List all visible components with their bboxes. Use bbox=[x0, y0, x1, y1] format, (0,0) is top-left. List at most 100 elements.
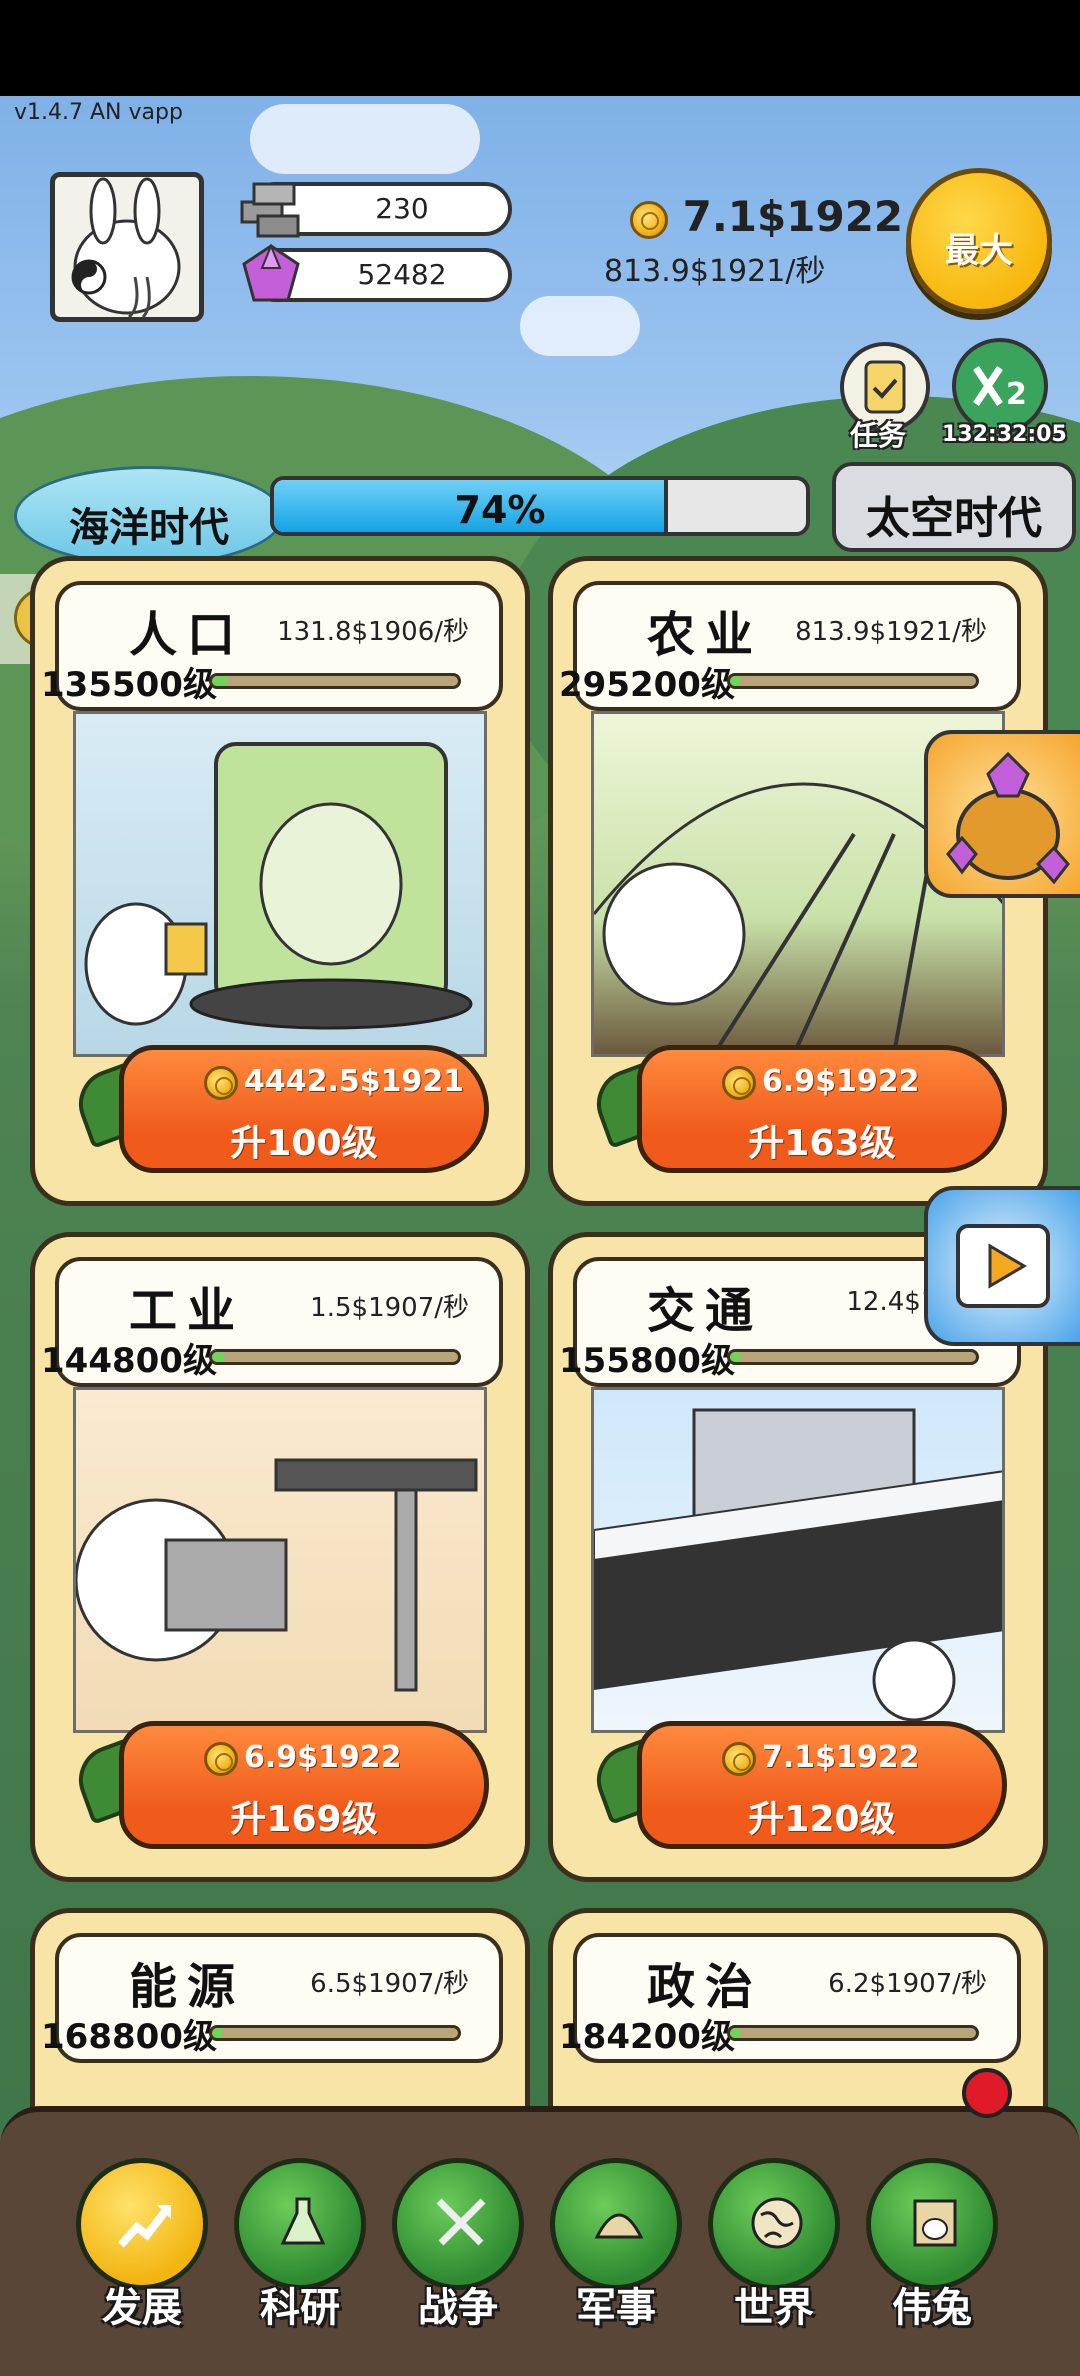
card-level-bar bbox=[727, 673, 979, 689]
upgrade-button[interactable]: 6.9$1922 升169级 bbox=[69, 1715, 499, 1855]
upgrade-levels: 升163级 bbox=[748, 1123, 896, 1164]
play-video-icon bbox=[956, 1224, 1050, 1308]
rabbit-portrait-icon bbox=[71, 177, 181, 317]
double-timer: 132:32:05 bbox=[942, 422, 1067, 447]
gem-counter: 52482 bbox=[242, 243, 512, 302]
task-label: 任务 bbox=[850, 419, 907, 452]
max-button[interactable]: 最大 bbox=[906, 168, 1052, 314]
card-title: 能源 bbox=[129, 1959, 246, 2015]
card-rate: 131.8$1906/秒 bbox=[277, 617, 469, 647]
carrot-body: 6.9$1922 升169级 bbox=[119, 1721, 489, 1849]
card-level-bar bbox=[209, 2025, 461, 2041]
nav-great-rabbit[interactable]: 伟兔 bbox=[866, 2158, 998, 2331]
card-illustration bbox=[73, 1387, 487, 1733]
nav-great-rabbit-label: 伟兔 bbox=[892, 2285, 972, 2331]
upgrade-cost-value: 6.9$1922 bbox=[762, 1064, 920, 1099]
card-header: 能源 6.5$1907/秒 168800级 bbox=[41, 1933, 503, 2063]
next-era-label: 太空时代 bbox=[866, 493, 1042, 544]
cloud bbox=[250, 104, 480, 174]
game-screen: v1.4.7 AN vapp 230 52482 7.1$1922 813.9$… bbox=[0, 96, 1080, 2376]
upgrade-cost: 6.9$1922 bbox=[722, 1064, 920, 1100]
upgrade-cost: 6.9$1922 bbox=[204, 1740, 402, 1776]
max-button-label: 最大 bbox=[945, 231, 1013, 271]
nav-military[interactable]: 军事 bbox=[550, 2158, 682, 2331]
nav-develop[interactable]: 发展 bbox=[76, 2158, 208, 2331]
card-level: 184200级 bbox=[559, 2017, 735, 2057]
notification-dot bbox=[962, 2068, 1012, 2118]
coin-icon bbox=[204, 1741, 238, 1776]
card-industry[interactable]: 工业 1.5$1907/秒 144800级 6.9$1922 升169级 bbox=[30, 1232, 530, 1882]
train-station-illustration bbox=[594, 1408, 1002, 1722]
nav-develop-label: 发展 bbox=[102, 2285, 182, 2331]
card-rate: 1.5$1907/秒 bbox=[310, 1293, 469, 1323]
card-level: 295200级 bbox=[559, 665, 735, 705]
helmet-icon bbox=[594, 2213, 644, 2239]
card-level: 135500级 bbox=[41, 665, 217, 705]
coin-icon bbox=[722, 1065, 756, 1100]
card-level-bar bbox=[209, 673, 461, 689]
card-title: 政治 bbox=[647, 1959, 764, 2015]
gem-value: 52482 bbox=[357, 258, 447, 291]
coin-icon bbox=[204, 1065, 238, 1100]
next-era-button[interactable]: 太空时代 bbox=[832, 462, 1076, 552]
nav-world[interactable]: 世界 bbox=[708, 2158, 840, 2331]
nav-war[interactable]: 战争 bbox=[392, 2158, 524, 2331]
card-level: 168800级 bbox=[41, 2017, 217, 2057]
card-header: 人口 131.8$1906/秒 135500级 bbox=[41, 581, 503, 711]
card-header: 工业 1.5$1907/秒 144800级 bbox=[41, 1257, 503, 1387]
current-era-label: 海洋时代 bbox=[69, 505, 229, 551]
card-rate: 813.9$1921/秒 bbox=[795, 617, 987, 647]
upgrade-button[interactable]: 4442.5$1921 升100级 bbox=[69, 1039, 499, 1179]
upgrade-cost-value: 6.9$1922 bbox=[244, 1740, 402, 1775]
card-level-bar bbox=[727, 1349, 979, 1365]
flask-icon bbox=[280, 2197, 326, 2245]
upgrade-cost: 7.1$1922 bbox=[722, 1740, 920, 1776]
money-total: 7.1$1922 bbox=[630, 192, 903, 241]
nav-research-label: 科研 bbox=[260, 2285, 340, 2331]
player-avatar[interactable] bbox=[50, 172, 204, 322]
factory-rabbit-illustration bbox=[76, 1458, 478, 1692]
upgrade-cost-value: 4442.5$1921 bbox=[244, 1064, 465, 1099]
stone-counter: 230 bbox=[240, 182, 512, 238]
gem-bag-button[interactable] bbox=[924, 730, 1080, 898]
bottom-navigation: 发展 科研 战争 军事 世界 伟兔 bbox=[0, 2106, 1080, 2376]
status-bar bbox=[0, 0, 1080, 96]
card-title: 人口 bbox=[129, 607, 246, 663]
svg-text:2: 2 bbox=[1006, 377, 1027, 412]
era-progress-text: 74% bbox=[454, 488, 546, 532]
lab-rabbit-illustration bbox=[84, 742, 473, 1030]
carrot-body: 6.9$1922 升163级 bbox=[637, 1045, 1007, 1173]
card-level-bar bbox=[209, 1349, 461, 1365]
money-rate: 813.9$1921/秒 bbox=[604, 254, 826, 289]
portrait-icon bbox=[913, 2199, 957, 2247]
card-rate: 6.5$1907/秒 bbox=[310, 1969, 469, 1999]
current-era-badge: 海洋时代 bbox=[14, 466, 284, 566]
coin-icon bbox=[630, 200, 668, 239]
coin-icon bbox=[722, 1741, 756, 1776]
upgrade-button[interactable]: 7.1$1922 升120级 bbox=[587, 1715, 1017, 1855]
carrot-body: 7.1$1922 升120级 bbox=[637, 1721, 1007, 1849]
card-title: 交通 bbox=[647, 1283, 764, 1339]
upgrade-levels: 升100级 bbox=[230, 1123, 378, 1164]
swords-icon bbox=[436, 2198, 486, 2246]
version-label: v1.4.7 AN vapp bbox=[14, 100, 183, 125]
card-level-bar bbox=[727, 2025, 979, 2041]
purple-gem-icon bbox=[242, 243, 300, 302]
card-level: 155800级 bbox=[559, 1341, 735, 1381]
card-title: 农业 bbox=[647, 607, 764, 663]
nav-research[interactable]: 科研 bbox=[234, 2158, 366, 2331]
card-population[interactable]: 人口 131.8$1906/秒 135500级 4442.5$1921 升100… bbox=[30, 556, 530, 1206]
double-boost-button[interactable]: 2 bbox=[952, 338, 1048, 434]
card-header: 农业 813.9$1921/秒 295200级 bbox=[559, 581, 1021, 711]
stone-value: 230 bbox=[375, 192, 429, 225]
era-progress-bar: 74% bbox=[270, 476, 810, 536]
watch-video-button[interactable] bbox=[924, 1186, 1080, 1346]
nav-military-label: 军事 bbox=[576, 2285, 656, 2331]
nav-world-label: 世界 bbox=[734, 2285, 814, 2331]
upgrade-levels: 升169级 bbox=[230, 1799, 378, 1840]
card-title: 工业 bbox=[129, 1283, 246, 1339]
upgrade-levels: 升120级 bbox=[748, 1799, 896, 1840]
nav-war-label: 战争 bbox=[418, 2285, 498, 2331]
upgrade-button[interactable]: 6.9$1922 升163级 bbox=[587, 1039, 1017, 1179]
card-level: 144800级 bbox=[41, 1341, 217, 1381]
